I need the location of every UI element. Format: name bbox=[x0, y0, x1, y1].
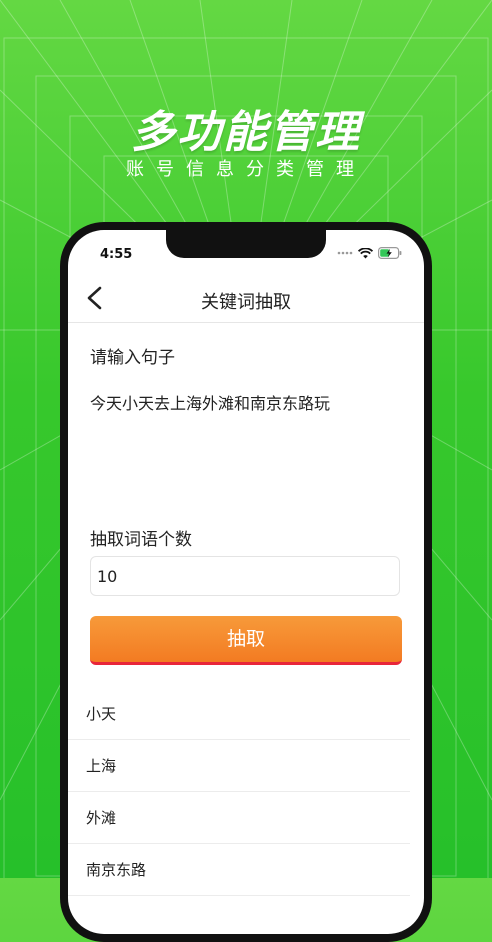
promo-title: 多功能管理 bbox=[131, 107, 361, 158]
status-time: 4:55 bbox=[100, 247, 133, 262]
word-count-label: 抽取词语个数 bbox=[90, 530, 192, 550]
navigation-bar: 关键词抽取 bbox=[68, 274, 424, 323]
list-item: 南京东路 bbox=[68, 844, 410, 896]
sentence-input[interactable]: 今天小天去上海外滩和南京东路玩 bbox=[90, 390, 410, 414]
list-item: 外滩 bbox=[68, 792, 410, 844]
phone-notch bbox=[166, 230, 326, 258]
sentence-label: 请输入句子 bbox=[90, 348, 175, 368]
wifi-icon bbox=[358, 247, 373, 258]
signal-dots-icon bbox=[337, 251, 353, 255]
promo-subtitle: 账号信息分类管理 bbox=[126, 159, 366, 180]
word-count-input[interactable]: 10 bbox=[90, 556, 400, 596]
phone-frame: 4:55 关键词抽取 请输入句子 今天小天去上海外滩和南京东路玩 抽取词语个数 … bbox=[60, 222, 432, 942]
extract-button[interactable]: 抽取 bbox=[90, 616, 402, 665]
status-icons bbox=[337, 247, 402, 259]
list-item: 小天 bbox=[68, 688, 410, 740]
phone-screen: 4:55 关键词抽取 请输入句子 今天小天去上海外滩和南京东路玩 抽取词语个数 … bbox=[68, 230, 424, 934]
battery-charging-icon bbox=[378, 247, 402, 259]
list-item: 上海 bbox=[68, 740, 410, 792]
results-list: 小天 上海 外滩 南京东路 bbox=[68, 688, 424, 896]
page-title: 关键词抽取 bbox=[201, 292, 291, 313]
